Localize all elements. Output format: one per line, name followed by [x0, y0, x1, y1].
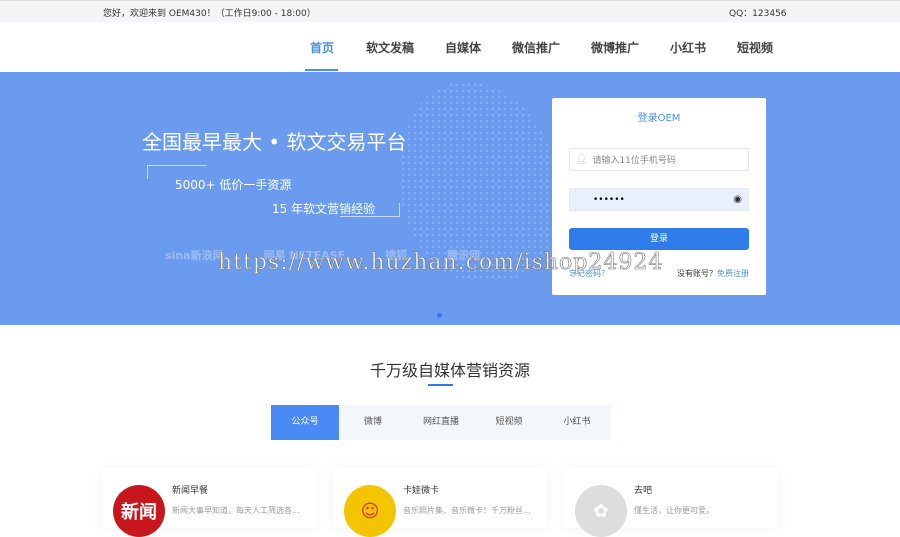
- card-desc: 懂生活，让你更可爱。: [634, 506, 714, 515]
- no-account-text: 没有账号？: [677, 269, 717, 278]
- card-desc: 新闻大事早知道，每天人工筛选各...: [172, 506, 300, 515]
- register-link[interactable]: 免费注册: [717, 269, 749, 278]
- qq-text: QQ：123456: [729, 9, 787, 19]
- main-nav: 首页 软文发稿 自媒体 微信推广 微博推广 小红书 短视频: [0, 22, 900, 72]
- banner-sub1: 5000+ 低价一手资源: [175, 178, 292, 192]
- register-prompt: 没有账号？免费注册: [677, 268, 749, 279]
- avatar: ✿: [575, 485, 627, 537]
- tab-xiaohongshu[interactable]: 小红书: [543, 405, 611, 440]
- card-name: 卡娃微卡: [403, 486, 440, 496]
- resource-card[interactable]: ✿ 去吧 懂生活，让你更可爱。: [564, 468, 778, 537]
- nav-active-underline: [305, 69, 338, 71]
- nav-short-video[interactable]: 短视频: [737, 39, 773, 56]
- user-icon: 👤︎: [576, 154, 588, 165]
- resource-card[interactable]: 新闻 新闻早餐 新闻大事早知道，每天人工筛选各...: [102, 468, 316, 537]
- greeting-text: 您好，欢迎来到 OEM430！（工作日9:00 - 18:00）: [103, 9, 316, 19]
- resource-card[interactable]: ☺ 卡娃微卡 音乐照片集、音乐微卡！千万粉丝...: [333, 468, 547, 537]
- section-underline: [428, 384, 453, 386]
- login-button[interactable]: 登录: [569, 228, 749, 250]
- nav-wechat[interactable]: 微信推广: [512, 39, 560, 56]
- phone-placeholder: 请输入11位手机号码: [592, 156, 676, 166]
- tab-weibo[interactable]: 微博: [339, 405, 407, 440]
- nav-weibo[interactable]: 微博推广: [591, 39, 639, 56]
- avatar: ☺: [344, 485, 396, 537]
- hero-banner: 全国最早最大 • 软文交易平台 5000+ 低价一手资源 15 年软文营销经验 …: [0, 72, 900, 325]
- carousel-dot[interactable]: [437, 313, 442, 318]
- nav-soft-article[interactable]: 软文发稿: [366, 39, 414, 56]
- banner-title: 全国最早最大 • 软文交易平台: [142, 130, 407, 154]
- tab-live[interactable]: 网红直播: [407, 405, 475, 440]
- tab-wechat-official[interactable]: 公众号: [271, 405, 339, 440]
- login-title: 登录OEM: [637, 113, 681, 124]
- tab-short-video[interactable]: 短视频: [475, 405, 543, 440]
- nav-home[interactable]: 首页: [310, 39, 334, 56]
- nav-self-media[interactable]: 自媒体: [445, 39, 481, 56]
- watermark: https://www.huzhan.com/ishop24924: [218, 250, 664, 276]
- password-value: ••••••: [593, 194, 625, 205]
- decor-line: [340, 203, 400, 217]
- card-desc: 音乐照片集、音乐微卡！千万粉丝...: [403, 506, 531, 515]
- eye-icon[interactable]: ◉: [733, 194, 742, 205]
- phone-input[interactable]: 👤︎ 请输入11位手机号码: [569, 148, 749, 171]
- card-name: 去吧: [634, 486, 653, 496]
- avatar: 新闻: [113, 485, 165, 537]
- resource-tabs: 公众号 微博 网红直播 短视频 小红书: [271, 405, 611, 440]
- card-name: 新闻早餐: [172, 486, 209, 496]
- section-title: 千万级自媒体营销资源: [369, 361, 530, 380]
- password-input[interactable]: •••••• ◉: [569, 188, 749, 211]
- top-bar: 您好，欢迎来到 OEM430！（工作日9:00 - 18:00） QQ：1234…: [0, 0, 900, 22]
- nav-xiaohongshu[interactable]: 小红书: [670, 39, 706, 56]
- sina-logo: sina新浪网: [165, 249, 224, 262]
